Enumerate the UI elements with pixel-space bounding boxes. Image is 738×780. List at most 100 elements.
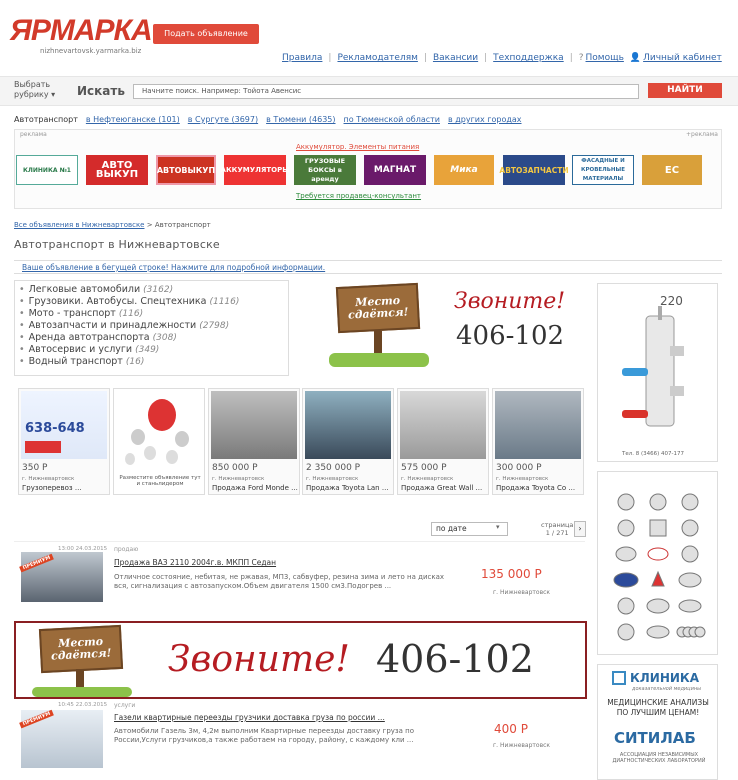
category-item[interactable]: Грузовики. Автобусы. Спецтехника (1116) bbox=[19, 296, 284, 308]
tile-price: 850 000 Р bbox=[212, 463, 258, 473]
cabinet-link[interactable]: 👤 Личный кабинет bbox=[630, 53, 722, 63]
breadcrumb-current: Автотранспорт bbox=[154, 221, 211, 229]
brand-icon bbox=[676, 626, 706, 638]
tile-title[interactable]: Продажа Toyota Lan ... bbox=[306, 484, 392, 492]
brand-icon bbox=[646, 598, 670, 614]
nav-separator: | bbox=[328, 53, 332, 63]
side-ad-clinic[interactable]: КЛИНИКА доказательной медицины МЕДИЦИНСК… bbox=[597, 664, 718, 780]
rubric-select[interactable]: Выбрать рубрику ▾ bbox=[14, 80, 55, 100]
tile-price: 575 000 Р bbox=[401, 463, 447, 473]
side-ad-car-brands[interactable] bbox=[597, 471, 718, 655]
listing-tile[interactable]: 638-648 350 Р г. Нижневартовск Грузопере… bbox=[18, 388, 110, 495]
listing-price: 135 000 Р bbox=[481, 567, 542, 581]
region-link[interactable]: в Тюмени (4635) bbox=[266, 115, 335, 124]
brand-icon bbox=[646, 625, 670, 639]
chevron-down-icon: ▾ bbox=[496, 523, 500, 531]
category-item[interactable]: Легковые автомобили (3162) bbox=[19, 284, 284, 296]
top-nav: Правила | Рекламодателям | Вакансии | Те… bbox=[282, 53, 722, 63]
region-link[interactable]: по Тюменской области bbox=[344, 115, 440, 124]
category-item[interactable]: Водный транспорт (16) bbox=[19, 356, 284, 368]
category-name[interactable]: Автозапчасти и принадлежности bbox=[29, 320, 197, 331]
ad-banner-top[interactable]: Место сдаётся! Звоните! 406-102 bbox=[329, 282, 585, 368]
partner-logo[interactable]: АВТОЗАПЧАСТИ bbox=[499, 155, 569, 185]
tile-photo-phone: 638-648 bbox=[25, 421, 85, 436]
strip-ad-label: реклама bbox=[20, 131, 47, 138]
nav-rules[interactable]: Правила bbox=[282, 53, 322, 63]
partner-logo[interactable]: МАГНАТ bbox=[364, 155, 426, 185]
partner-logo[interactable]: АВТО ВЫКУП bbox=[86, 155, 148, 185]
clinic-subtitle: доказательной медицины bbox=[632, 686, 702, 692]
search-button[interactable]: НАЙТИ bbox=[648, 83, 722, 98]
category-count: (308) bbox=[152, 333, 177, 343]
listing-city: г. Нижневартовск bbox=[493, 589, 551, 596]
help-label[interactable]: Помощь bbox=[586, 53, 624, 63]
category-count: (1116) bbox=[209, 297, 240, 307]
region-link[interactable]: в Нефтеюганске (101) bbox=[86, 115, 180, 124]
cabinet-label[interactable]: Личный кабинет bbox=[643, 53, 722, 63]
category-item[interactable]: Автосервис и услуги (349) bbox=[19, 344, 284, 356]
listing-tile[interactable]: 850 000 Р г. Нижневартовск Продажа Ford … bbox=[208, 388, 300, 495]
tile-price: 350 Р bbox=[22, 463, 48, 473]
ticker-bar[interactable]: Ваше объявление в бегущей строке! Нажмит… bbox=[14, 260, 722, 274]
nav-support[interactable]: Техподдержка bbox=[493, 53, 564, 63]
category-item[interactable]: Аренда автотранспорта (308) bbox=[19, 332, 284, 344]
grass bbox=[32, 687, 132, 697]
next-page-button[interactable]: › bbox=[574, 521, 586, 537]
category-name[interactable]: Водный транспорт bbox=[29, 356, 123, 367]
listing-title[interactable]: Продажа ВАЗ 2110 2004г.в. МКПП Седан bbox=[114, 558, 276, 567]
tile-title[interactable]: Грузоперевоз ... bbox=[22, 484, 108, 492]
brand-icon bbox=[678, 599, 702, 613]
partner-logo[interactable]: EC bbox=[642, 155, 702, 185]
promo-text: Разместите объявление тут и станьлидером bbox=[119, 475, 201, 487]
ticker-link[interactable]: Ваше объявление в бегущей строке! Нажмит… bbox=[22, 263, 325, 272]
partner-logo[interactable]: ГРУЗОВЫЕ БОКСЫ в аренду bbox=[294, 155, 356, 185]
partner-logo[interactable]: ФАСАДНЫЕ И КРОВЕЛЬНЫЕ МАТЕРИАЛЫ bbox=[572, 155, 634, 185]
heater-image bbox=[622, 306, 684, 427]
category-count: (2798) bbox=[199, 321, 230, 331]
listing-photo[interactable] bbox=[21, 552, 103, 602]
breadcrumb-link[interactable]: Все объявления в Нижневартовске bbox=[14, 221, 145, 229]
category-name[interactable]: Грузовики. Автобусы. Спецтехника bbox=[29, 296, 207, 307]
partner-logo[interactable]: АВТОВЫКУП bbox=[156, 155, 216, 185]
listing-tile[interactable]: 575 000 Р г. Нижневартовск Продажа Great… bbox=[397, 388, 489, 495]
category-name[interactable]: Мото - транспорт bbox=[29, 308, 116, 319]
help-link[interactable]: ? Помощь bbox=[579, 53, 624, 63]
brand-icon bbox=[681, 493, 699, 511]
listing-time: 10:45 22.03.2015 bbox=[58, 702, 108, 708]
side-ad-electrical[interactable]: 220 Тел. 8 (3466) 407-177 bbox=[597, 283, 718, 462]
sign-board: Место сдаётся! bbox=[38, 624, 124, 674]
tile-title[interactable]: Продажа Ford Monde ... bbox=[212, 484, 298, 492]
ad-banner-wide[interactable]: Место сдаётся! Звоните! 406-102 bbox=[14, 621, 587, 699]
listing-title[interactable]: Газели квартирные переезды грузчики дост… bbox=[114, 713, 385, 722]
help-icon: ? bbox=[578, 53, 584, 63]
region-link[interactable]: в Сургуте (3697) bbox=[188, 115, 258, 124]
category-count: (16) bbox=[125, 357, 145, 367]
post-ad-button[interactable]: Подать объявление bbox=[153, 24, 259, 44]
listing-category: услуги bbox=[114, 702, 136, 709]
clinic-footer: АССОЦИАЦИЯ НЕЗАВИСИМЫХ ДИАГНОСТИЧЕСКИХ Л… bbox=[612, 752, 706, 764]
tile-title[interactable]: Продажа Toyota Co ... bbox=[496, 484, 582, 492]
partner-logo[interactable]: АККУМУЛЯТОРЫ bbox=[221, 155, 289, 185]
listing-tile[interactable]: 2 350 000 Р г. Нижневартовск Продажа Toy… bbox=[302, 388, 394, 495]
category-name[interactable]: Автосервис и услуги bbox=[29, 344, 132, 355]
strip-top-link[interactable]: Аккумулятор. Элементы питания bbox=[296, 143, 419, 151]
category-item[interactable]: Мото - транспорт (116) bbox=[19, 308, 284, 320]
nav-advertisers[interactable]: Рекламодателям bbox=[337, 53, 417, 63]
breadcrumb: Все объявления в Нижневартовске > Автотр… bbox=[14, 221, 211, 229]
nav-vacancies[interactable]: Вакансии bbox=[433, 53, 478, 63]
listing-tile[interactable]: 300 000 Р г. Нижневартовск Продажа Toyot… bbox=[492, 388, 584, 495]
brand-icon bbox=[617, 597, 635, 615]
strip-bottom-link[interactable]: Требуется продавец-консультант bbox=[296, 192, 421, 200]
category-name[interactable]: Аренда автотранспорта bbox=[29, 332, 150, 343]
phone-number: 406-102 bbox=[376, 637, 534, 681]
partner-logo[interactable]: КЛИНИКА №1 bbox=[16, 155, 78, 185]
partner-logo[interactable]: Мика bbox=[434, 155, 494, 185]
promo-tile[interactable]: Разместите объявление тут и станьлидером bbox=[113, 388, 205, 495]
tile-title[interactable]: Продажа Great Wall ... bbox=[401, 484, 487, 492]
region-link[interactable]: в других городах bbox=[448, 115, 522, 124]
category-item[interactable]: Автозапчасти и принадлежности (2798) bbox=[19, 320, 284, 332]
site-logo[interactable]: ЯРМАРКА bbox=[10, 14, 153, 48]
search-input[interactable]: Начните поиск. Например: Тойота Авенсис bbox=[133, 84, 639, 99]
category-name[interactable]: Легковые автомобили bbox=[29, 284, 141, 295]
site-subdomain: nizhnevartovsk.yarmarka.biz bbox=[40, 47, 142, 55]
